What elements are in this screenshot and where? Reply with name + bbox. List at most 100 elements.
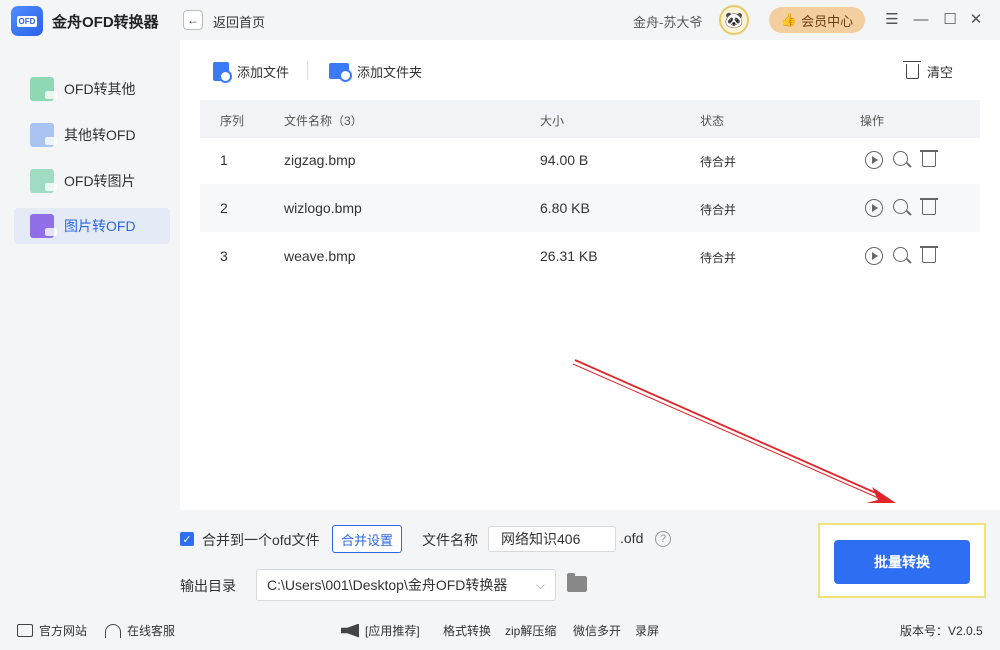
thumbs-up-icon: 👍 bbox=[780, 12, 798, 27]
row-status: 待合并 bbox=[700, 155, 737, 169]
ofd-import-icon bbox=[30, 123, 57, 147]
merge-label: 合并到一个ofd文件 bbox=[202, 532, 320, 548]
add-file-label: 添加文件 bbox=[237, 64, 290, 80]
avatar[interactable]: 🐼 bbox=[719, 5, 749, 35]
row-size: 6.80 KB bbox=[540, 200, 590, 216]
table-row: 1 zigzag.bmp 94.00 B 待合并 bbox=[200, 136, 980, 184]
batch-convert-button[interactable]: 批量转换 bbox=[834, 540, 970, 584]
col-status: 状态 bbox=[700, 114, 725, 128]
preview-play-icon[interactable] bbox=[865, 199, 883, 217]
col-actions: 操作 bbox=[860, 114, 885, 128]
file-list-panel: 添加文件 添加文件夹 清空 序列 文件名称（3） 大小 状态 操作 1 zigz… bbox=[180, 40, 1000, 510]
output-dir-label: 输出目录 bbox=[180, 578, 236, 594]
table-row: 2 wizlogo.bmp 6.80 KB 待合并 bbox=[200, 184, 980, 232]
ofd-export-icon bbox=[30, 77, 57, 101]
search-icon[interactable] bbox=[893, 247, 908, 262]
app-title: 金舟OFD转换器 bbox=[52, 14, 159, 31]
link-wechat-multi[interactable]: 微信多开 bbox=[573, 622, 621, 639]
link-screen-record[interactable]: 录屏 bbox=[635, 622, 659, 639]
merge-settings-button[interactable]: 合并设置 bbox=[332, 525, 402, 553]
version-label: 版本号：V2.0.5 bbox=[900, 624, 983, 638]
col-name: 文件名称（3） bbox=[284, 114, 363, 128]
minimize-icon[interactable]: — bbox=[911, 9, 931, 29]
image-to-ofd-icon bbox=[30, 214, 57, 238]
megaphone-icon bbox=[341, 623, 359, 638]
row-size: 94.00 B bbox=[540, 152, 589, 168]
user-name: 金舟-苏大爷 bbox=[633, 15, 703, 30]
table-row: 3 weave.bmp 26.31 KB 待合并 bbox=[200, 232, 980, 280]
headset-icon bbox=[105, 623, 121, 638]
link-zip[interactable]: zip解压缩 bbox=[505, 622, 556, 639]
ofd-image-icon bbox=[30, 169, 57, 193]
check-icon: ✓ bbox=[182, 533, 192, 546]
col-size: 大小 bbox=[540, 114, 565, 128]
sidebar-item-image-to-ofd[interactable]: 图片转OFD bbox=[14, 208, 170, 244]
delete-icon[interactable] bbox=[920, 150, 938, 167]
official-site-link[interactable]: 官方网站 bbox=[17, 622, 87, 639]
row-index: 3 bbox=[220, 248, 228, 264]
convert-highlight-box: 批量转换 bbox=[818, 523, 986, 598]
row-status: 待合并 bbox=[700, 203, 737, 217]
preview-play-icon[interactable] bbox=[865, 247, 883, 265]
menu-icon[interactable]: ☰ bbox=[882, 9, 902, 29]
col-index: 序列 bbox=[220, 114, 245, 128]
sidebar-item-label: OFD转图片 bbox=[64, 173, 136, 189]
output-dir-select[interactable]: C:\Users\001\Desktop\金舟OFD转换器 ⌵ bbox=[256, 569, 556, 601]
filename-label: 文件名称 bbox=[422, 532, 478, 548]
add-folder-button[interactable]: 添加文件夹 bbox=[329, 60, 422, 82]
clear-button[interactable]: 清空 bbox=[903, 60, 954, 82]
filename-input[interactable]: 网络知识406 bbox=[488, 526, 616, 552]
panda-icon: 🐼 bbox=[724, 12, 744, 29]
search-icon[interactable] bbox=[893, 151, 908, 166]
app-logo: OFD bbox=[11, 6, 43, 36]
sidebar-item-other-to-ofd[interactable]: 其他转OFD bbox=[14, 117, 170, 153]
clear-label: 清空 bbox=[927, 64, 954, 80]
row-filename: weave.bmp bbox=[284, 248, 356, 264]
add-file-button[interactable]: 添加文件 bbox=[213, 60, 290, 83]
sidebar: OFD转其他 其他转OFD OFD转图片 图片转OFD bbox=[0, 40, 180, 610]
sidebar-item-ofd-to-image[interactable]: OFD转图片 bbox=[14, 163, 170, 199]
back-button[interactable]: ← bbox=[183, 10, 203, 30]
add-folder-icon bbox=[329, 63, 352, 82]
online-service-link[interactable]: 在线客服 bbox=[105, 622, 175, 639]
arrow-left-icon: ← bbox=[187, 13, 199, 27]
sidebar-item-ofd-to-other[interactable]: OFD转其他 bbox=[14, 71, 170, 107]
maximize-icon[interactable]: ☐ bbox=[940, 9, 960, 29]
row-filename: zigzag.bmp bbox=[284, 152, 356, 168]
recommend-label: [应用推荐] bbox=[365, 624, 420, 638]
merge-checkbox[interactable]: ✓ bbox=[180, 532, 194, 546]
row-status: 待合并 bbox=[700, 251, 737, 265]
link-format-convert[interactable]: 格式转换 bbox=[443, 622, 491, 639]
vip-center-label: 会员中心 bbox=[801, 13, 854, 29]
trash-icon bbox=[903, 60, 921, 79]
delete-icon[interactable] bbox=[920, 198, 938, 215]
toolbar-divider bbox=[307, 62, 308, 80]
row-filename: wizlogo.bmp bbox=[284, 200, 362, 216]
app-recommend: [应用推荐] bbox=[341, 622, 420, 639]
row-index: 2 bbox=[220, 200, 228, 216]
extension-label: .ofd bbox=[620, 530, 644, 546]
help-icon[interactable]: ? bbox=[655, 531, 671, 547]
footer: 官方网站 在线客服 [应用推荐] 格式转换 zip解压缩 微信多开 录屏 版本号… bbox=[0, 612, 1000, 650]
row-size: 26.31 KB bbox=[540, 248, 598, 264]
online-service-label: 在线客服 bbox=[127, 624, 176, 638]
add-file-icon bbox=[213, 61, 232, 83]
delete-icon[interactable] bbox=[920, 246, 938, 263]
sidebar-item-label: 其他转OFD bbox=[64, 127, 136, 143]
search-icon[interactable] bbox=[893, 199, 908, 214]
sidebar-item-label: OFD转其他 bbox=[64, 81, 136, 97]
chevron-down-icon: ⌵ bbox=[535, 578, 545, 592]
open-folder-icon[interactable] bbox=[567, 573, 587, 592]
row-index: 1 bbox=[220, 152, 228, 168]
add-folder-label: 添加文件夹 bbox=[357, 64, 423, 80]
preview-play-icon[interactable] bbox=[865, 151, 883, 169]
title-bar: OFD 金舟OFD转换器 ← 返回首页 金舟-苏大爷 🐼 👍 会员中心 ☰ — … bbox=[0, 0, 1000, 40]
official-site-label: 官方网站 bbox=[39, 624, 88, 638]
vip-center-button[interactable]: 👍 会员中心 bbox=[769, 7, 865, 33]
sidebar-item-label: 图片转OFD bbox=[64, 218, 136, 234]
monitor-icon bbox=[17, 624, 33, 637]
table-header: 序列 文件名称（3） 大小 状态 操作 bbox=[200, 100, 980, 138]
close-icon[interactable]: ✕ bbox=[966, 9, 986, 29]
output-dir-value: C:\Users\001\Desktop\金舟OFD转换器 bbox=[267, 577, 508, 593]
back-home-link[interactable]: 返回首页 bbox=[213, 12, 265, 31]
